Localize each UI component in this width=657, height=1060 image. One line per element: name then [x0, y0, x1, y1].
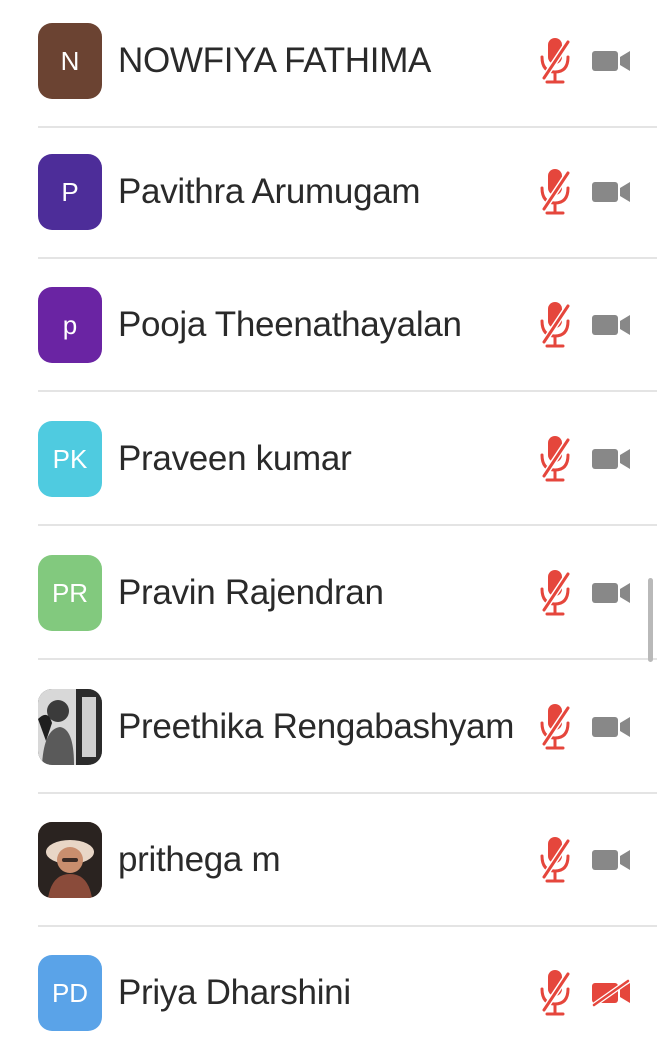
avatar: PR	[38, 555, 102, 631]
participant-row[interactable]: PD Priya Dharshini	[0, 926, 657, 1060]
microphone-muted-icon[interactable]	[537, 34, 573, 88]
microphone-muted-icon[interactable]	[537, 700, 573, 754]
microphone-muted-icon[interactable]	[537, 298, 573, 352]
avatar: N	[38, 23, 102, 99]
participant-name: prithega m	[118, 840, 281, 879]
video-camera-icon[interactable]	[590, 178, 632, 206]
avatar: PK	[38, 421, 102, 497]
video-camera-icon[interactable]	[590, 713, 632, 741]
participant-name: Praveen kumar	[118, 439, 352, 478]
participant-name: Priya Dharshini	[118, 973, 351, 1012]
participant-name: Pooja Theenathayalan	[118, 305, 462, 344]
video-camera-icon[interactable]	[590, 445, 632, 473]
video-camera-icon[interactable]	[590, 311, 632, 339]
video-camera-icon[interactable]	[590, 579, 632, 607]
microphone-muted-icon[interactable]	[537, 432, 573, 486]
participant-row[interactable]: p Pooja Theenathayalan	[0, 258, 657, 392]
participant-row[interactable]: prithega m	[0, 793, 657, 927]
avatar	[38, 689, 102, 765]
video-camera-muted-icon[interactable]	[590, 978, 632, 1008]
participant-row[interactable]: PK Praveen kumar	[0, 392, 657, 526]
participant-name: NOWFIYA FATHIMA	[118, 41, 432, 80]
microphone-muted-icon[interactable]	[537, 566, 573, 620]
participant-name: Pravin Rajendran	[118, 573, 384, 612]
participant-row[interactable]: PR Pravin Rajendran	[0, 526, 657, 660]
participant-row[interactable]: N NOWFIYA FATHIMA	[0, 0, 657, 128]
participant-row[interactable]: P Pavithra Arumugam	[0, 125, 657, 259]
scrollbar[interactable]	[648, 578, 653, 662]
video-camera-icon[interactable]	[590, 47, 632, 75]
avatar	[38, 822, 102, 898]
avatar: PD	[38, 955, 102, 1031]
participant-name: Pavithra Arumugam	[118, 172, 421, 211]
avatar: p	[38, 287, 102, 363]
microphone-muted-icon[interactable]	[537, 833, 573, 887]
participants-list: N NOWFIYA FATHIMA P Pavithra Arumugam p Poo…	[0, 0, 657, 1031]
participant-row[interactable]: Preethika Rengabashyam	[0, 660, 657, 794]
microphone-muted-icon[interactable]	[537, 165, 573, 219]
microphone-muted-icon[interactable]	[537, 966, 573, 1020]
avatar: P	[38, 154, 102, 230]
video-camera-icon[interactable]	[590, 846, 632, 874]
participant-name: Preethika Rengabashyam	[118, 707, 515, 746]
